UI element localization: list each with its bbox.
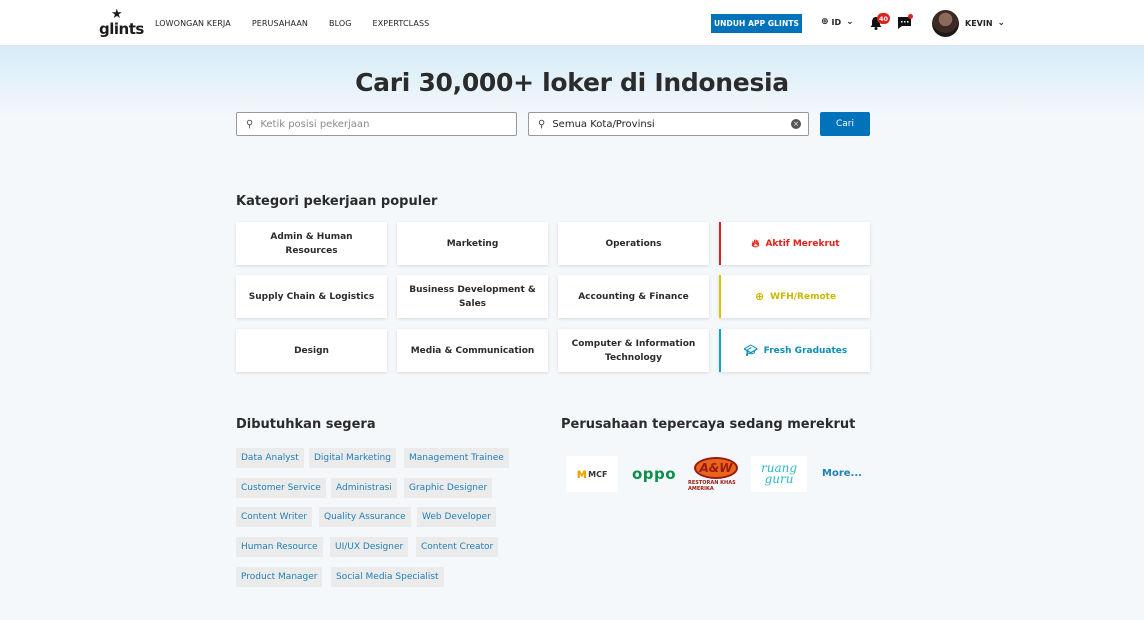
notification-badge: 40 [877,13,890,24]
hero-background [0,46,1144,166]
graduation-cap-icon: 🎓︎ [743,343,758,357]
avatar[interactable] [932,10,959,37]
tag-product-manager[interactable]: Product Manager [236,567,323,587]
search-placeholder: Ketik posisi pekerjaan [260,118,370,130]
location-pin-icon: ⚲ [538,118,546,130]
tag-management-trainee[interactable]: Management Trainee [404,448,509,468]
company-logo-mcf[interactable]: ᴍ MCF [566,456,618,492]
tag-human-resource[interactable]: Human Resource [236,537,323,557]
aw-subtitle: RESTORAN KHAS AMERIKA [688,479,736,492]
category-supply-chain[interactable]: Supply Chain & Logistics [236,275,387,318]
more-companies-link[interactable]: More... [822,468,862,479]
chat-unread-dot [908,14,913,19]
user-menu[interactable]: KEVIN ⌄ [965,18,1005,28]
category-fresh-graduates-label: Fresh Graduates [763,345,848,356]
tag-web-developer[interactable]: Web Developer [417,507,496,527]
company-logo-oppo[interactable]: oppo [626,456,682,492]
category-design[interactable]: Design [236,329,387,372]
nav-links: LOWONGAN KERJA PERUSAHAAN BLOG EXPERTCLA… [155,0,450,46]
category-operations[interactable]: Operations [558,222,709,265]
globe-icon: ⊕ [754,289,765,303]
search-button[interactable]: Cari [820,112,870,136]
companies-title: Perusahaan tepercaya sedang merekrut [561,417,856,432]
mcf-mark: ᴍ [576,466,588,482]
tag-customer-service[interactable]: Customer Service [236,478,326,498]
navbar: ★ glints LOWONGAN KERJA PERUSAHAAN BLOG … [0,0,1144,46]
tag-content-writer[interactable]: Content Writer [236,507,313,527]
download-app-button[interactable]: UNDUH APP GLINTS [711,14,802,33]
fire-icon: 🔥︎ [751,236,760,250]
tag-graphic-designer[interactable]: Graphic Designer [404,478,493,498]
mcf-label: MCF [588,469,608,479]
tag-digital-marketing[interactable]: Digital Marketing [309,448,396,468]
tag-data-analyst[interactable]: Data Analyst [236,448,304,468]
search-icon: ⚲ [246,118,254,130]
category-fresh-graduates[interactable]: 🎓︎ Fresh Graduates [719,329,870,372]
category-wfh-remote[interactable]: ⊕ WFH/Remote [719,275,870,318]
category-aktif-merekrut-label: Aktif Merekrut [765,238,840,249]
category-computer-it[interactable]: Computer & Information Technology [558,329,709,372]
tag-content-creator[interactable]: Content Creator [416,537,499,557]
category-accounting-finance[interactable]: Accounting & Finance [558,275,709,318]
tag-social-media-specialist[interactable]: Social Media Specialist [331,567,444,587]
glints-logo[interactable]: ★ glints [99,8,144,38]
chevron-down-icon: ⌄ [846,17,854,27]
language-selector[interactable]: ⊕ ID ⌄ [821,17,854,27]
clear-icon[interactable]: × [791,119,801,129]
username-label: KEVIN [965,18,993,28]
globe-icon: ⊕ [821,17,829,27]
category-wfh-remote-label: WFH/Remote [770,291,837,302]
tag-ui-ux-designer[interactable]: UI/UX Designer [330,537,409,557]
tag-quality-assurance[interactable]: Quality Assurance [319,507,411,527]
category-media-communication[interactable]: Media & Communication [397,329,548,372]
categories-title: Kategori pekerjaan populer [236,194,438,209]
search-input[interactable]: ⚲ Ketik posisi pekerjaan [236,112,517,136]
nav-expertclass[interactable]: EXPERTCLASS [373,19,430,28]
tag-administrasi[interactable]: Administrasi [331,478,397,498]
company-logo-aw[interactable]: A&W RESTORAN KHAS AMERIKA [688,456,744,492]
category-marketing[interactable]: Marketing [397,222,548,265]
language-label: ID [831,17,842,27]
category-business-development[interactable]: Business Development & Sales [397,275,548,318]
nav-blog[interactable]: BLOG [329,19,352,28]
location-input[interactable]: ⚲ Semua Kota/Provinsi × [528,112,809,136]
location-value: Semua Kota/Provinsi [552,118,655,130]
aw-emblem: A&W [694,456,738,479]
nav-lowongan-kerja[interactable]: LOWONGAN KERJA [155,19,231,28]
urgent-title: Dibutuhkan segera [236,417,376,432]
company-logo-ruangguru[interactable]: ruang guru [751,456,807,492]
category-admin-hr[interactable]: Admin & Human Resources [236,222,387,265]
chevron-down-icon: ⌄ [997,18,1006,28]
ruangguru-line-2: guru [764,472,794,486]
nav-perusahaan[interactable]: PERUSAHAAN [252,19,308,28]
page-title: Cari 30,000+ loker di Indonesia [355,68,789,97]
category-aktif-merekrut[interactable]: 🔥︎ Aktif Merekrut [719,222,870,265]
